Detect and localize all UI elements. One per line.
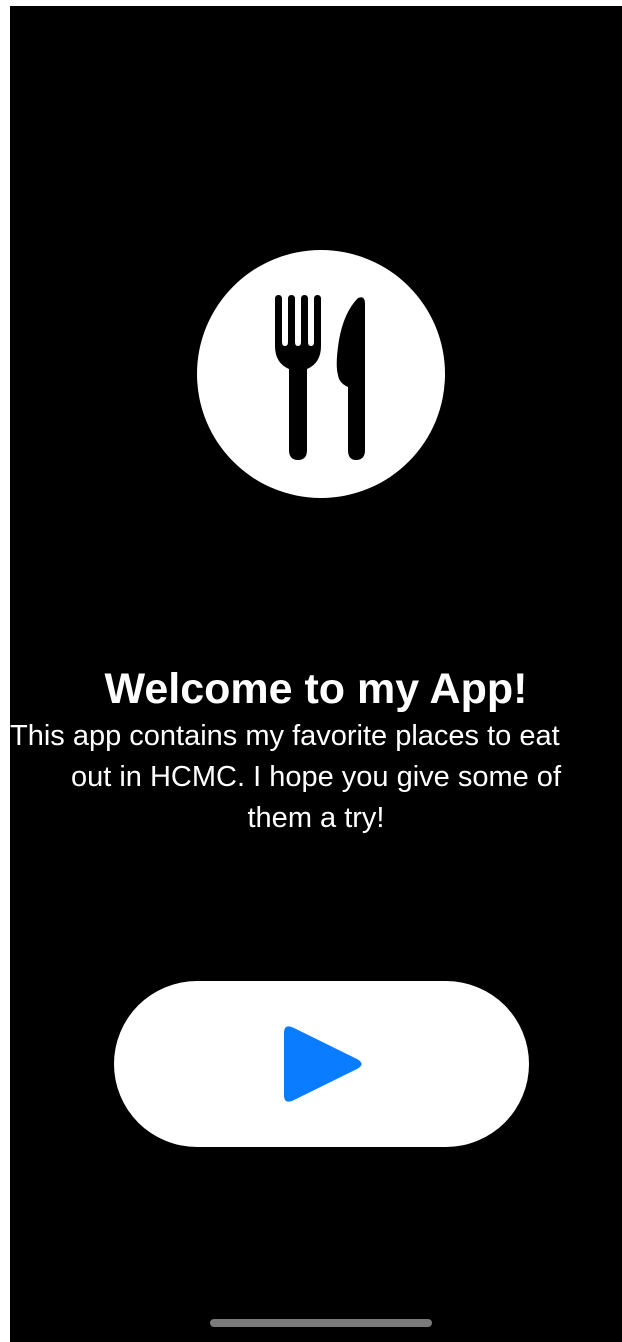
welcome-title: Welcome to my App! [104,665,528,713]
play-button[interactable] [114,981,529,1147]
home-indicator[interactable] [210,1319,432,1327]
welcome-screen: Welcome to my App! This app contains my … [10,6,622,1342]
description-line: out in HCMC. I hope you give some of [70,761,561,793]
welcome-description: This app contains my favorite places to … [10,716,622,839]
app-logo [197,250,445,498]
description-line: them a try! [247,802,385,834]
description-line: This app contains my favorite places to … [10,720,560,752]
fork-knife-icon [275,295,365,460]
play-icon [284,1026,362,1102]
